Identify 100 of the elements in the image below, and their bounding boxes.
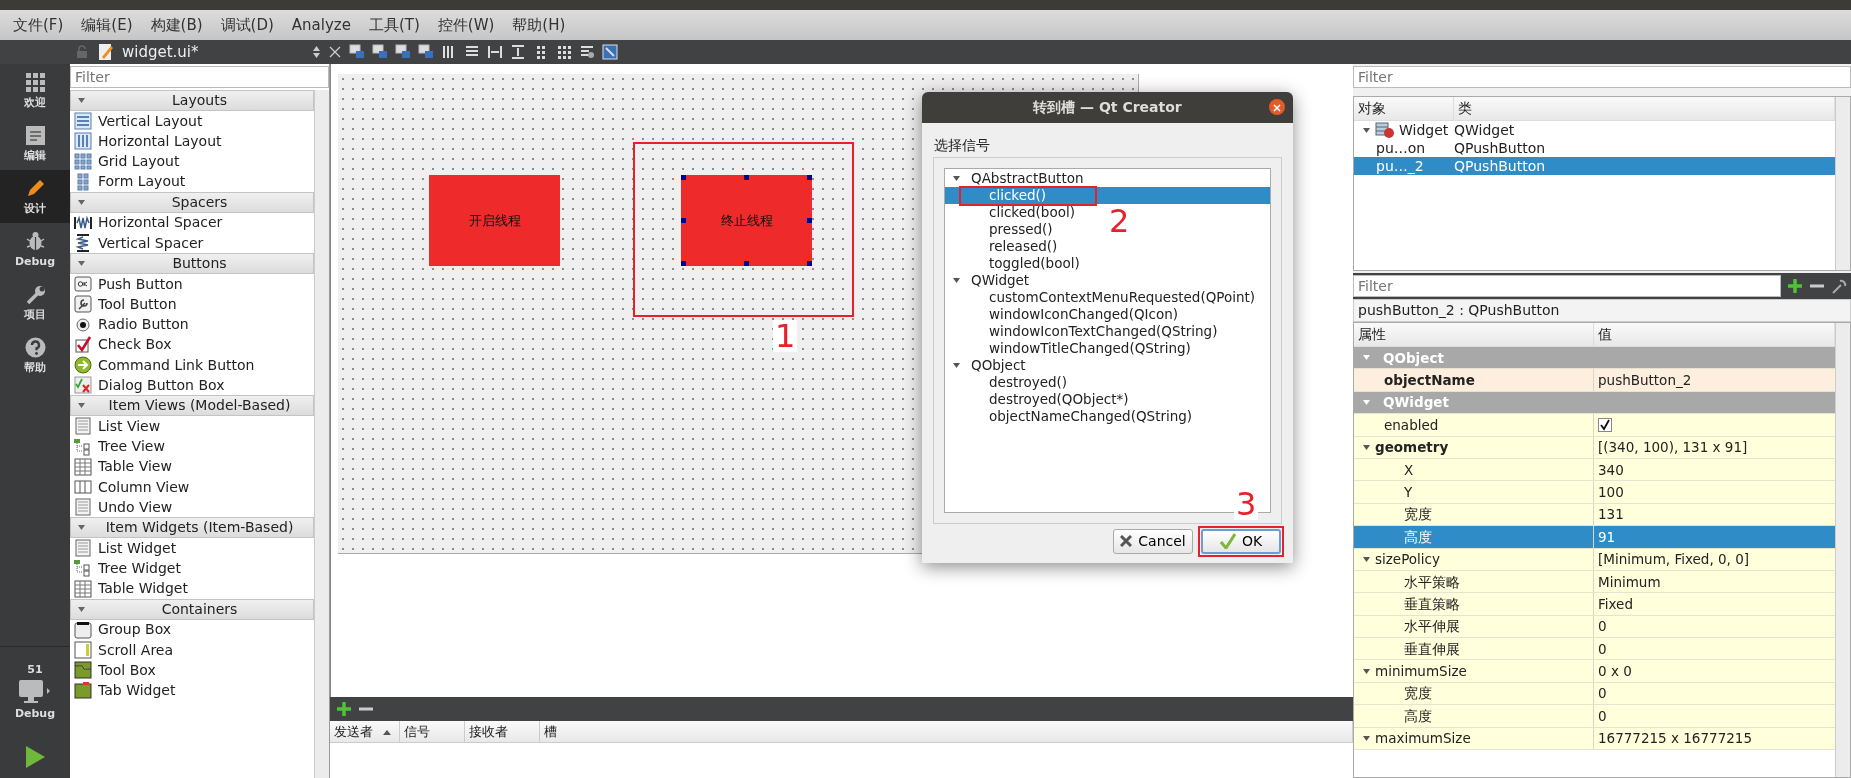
mode-button[interactable]: 欢迎 [0, 64, 70, 117]
resize-handle[interactable] [807, 261, 812, 266]
widget-item[interactable]: Horizontal Layout [70, 131, 314, 152]
property-row[interactable]: 宽度 131 [1354, 503, 1835, 527]
sort-arrow-icon[interactable] [383, 728, 391, 735]
resize-handle[interactable] [807, 218, 812, 223]
signal-item[interactable]: customContextMenuRequested(QPoint) [945, 288, 1256, 306]
split-columns-icon[interactable] [487, 44, 503, 60]
push-button[interactable]: 开启线程 [429, 175, 560, 266]
widget-item[interactable]: Vertical Layout [70, 111, 314, 132]
dialog-button[interactable]: Cancel [1113, 528, 1193, 554]
property-row[interactable]: 高度 0 [1354, 705, 1835, 728]
property-row[interactable]: 水平伸展 0 [1354, 615, 1835, 639]
widget-item[interactable]: Vertical Spacer [70, 232, 314, 254]
category-header[interactable]: Buttons [70, 253, 314, 275]
scrollbar[interactable] [1835, 97, 1850, 270]
menu-item[interactable]: 控件(W) [428, 16, 504, 34]
widget-item[interactable]: Radio Button [70, 314, 314, 335]
dialog-button[interactable]: OK [1201, 528, 1281, 554]
widget-item[interactable]: Table View [70, 456, 314, 477]
widget-item[interactable]: Table Widget [70, 578, 314, 599]
widget-item[interactable]: List Widget [70, 538, 314, 559]
property-row[interactable]: minimumSize 0 x 0 [1354, 660, 1835, 683]
property-row[interactable]: 宽度 0 [1354, 682, 1835, 706]
property-row[interactable]: sizePolicy [Minimum, Fixed, 0, 0] [1354, 548, 1835, 571]
expand-arrow-icon[interactable] [952, 275, 961, 285]
menu-item[interactable]: 工具(T) [359, 16, 429, 34]
tree-row[interactable]: Widget QWidget [1354, 121, 1835, 139]
filter-field[interactable]: Filter [1353, 66, 1851, 88]
category-header[interactable]: Item Widgets (Item-Based) [70, 517, 314, 539]
expand-arrow-icon[interactable] [1362, 666, 1371, 676]
widget-item[interactable]: Tree View [70, 436, 314, 457]
scrollbar[interactable] [314, 90, 329, 778]
widget-item[interactable]: Group Box [70, 619, 314, 640]
grid-icon[interactable] [556, 44, 572, 60]
updown-arrow-icon[interactable] [312, 45, 321, 59]
signal-item[interactable]: released() [945, 237, 1058, 255]
signal-item[interactable]: windowIconChanged(QIcon) [945, 305, 1179, 323]
adjust-size-icon[interactable] [602, 44, 618, 60]
window-arrow-icon[interactable] [372, 44, 388, 60]
signal-item[interactable]: pressed() [945, 220, 1053, 238]
checkbox[interactable] [1598, 417, 1612, 432]
mode-button[interactable]: Debug [0, 223, 70, 276]
column-header[interactable]: 对象 [1354, 97, 1454, 120]
widget-item[interactable]: Dialog Button Box [70, 375, 314, 396]
add-icon[interactable] [336, 701, 352, 717]
property-row[interactable]: 水平策略 Minimum [1354, 570, 1835, 594]
widget-item[interactable]: List View [70, 416, 314, 437]
property-row[interactable]: maximumSize 16777215 x 16777215 [1354, 727, 1835, 751]
widget-item[interactable]: Form Layout [70, 171, 314, 192]
widget-item[interactable]: Push Button [70, 274, 314, 295]
mode-button[interactable]: 帮助 [0, 329, 70, 382]
widget-item[interactable]: Horizontal Spacer [70, 212, 314, 233]
tree-row[interactable]: pu…on QPushButton [1354, 139, 1835, 157]
resize-handle[interactable] [681, 218, 686, 223]
expand-arrow-icon[interactable] [77, 96, 86, 105]
column-header[interactable]: 属性 [1354, 323, 1594, 346]
widget-item[interactable]: Tab Widget [70, 680, 314, 701]
menu-item[interactable]: 调试(D) [211, 16, 283, 34]
property-row[interactable]: X 340 [1354, 458, 1835, 482]
file-name[interactable]: widget.ui* [122, 43, 312, 61]
signal-item[interactable]: objectNameChanged(QString) [945, 407, 1193, 425]
signal-item[interactable]: windowIconTextChanged(QString) [945, 322, 1218, 340]
expand-arrow-icon[interactable] [1362, 554, 1371, 564]
expand-arrow-icon[interactable] [1362, 442, 1371, 452]
expand-arrow-icon[interactable] [952, 360, 961, 370]
wrench-icon[interactable] [1831, 278, 1847, 294]
menu-item[interactable]: Analyze [282, 16, 360, 34]
category-header[interactable]: Spacers [70, 191, 314, 213]
widget-item[interactable]: Check Box [70, 334, 314, 355]
widget-item[interactable]: Column View [70, 476, 314, 497]
close-button[interactable] [1269, 99, 1285, 115]
property-row[interactable]: enabled [1354, 414, 1835, 437]
mode-button[interactable]: 项目 [0, 276, 70, 329]
signal-item[interactable]: clicked() [945, 186, 1270, 204]
mode-button[interactable]: 设计 [0, 170, 70, 223]
expand-arrow-icon[interactable] [77, 604, 86, 614]
expand-arrow-icon[interactable] [1362, 733, 1371, 743]
resize-handle[interactable] [807, 175, 812, 180]
menu-item[interactable]: 编辑(E) [72, 16, 142, 34]
widget-item[interactable]: Grid Layout [70, 151, 314, 172]
widget-item[interactable]: Tool Box [70, 660, 314, 681]
property-row[interactable]: Y 100 [1354, 481, 1835, 504]
category-header[interactable]: Containers [70, 598, 314, 620]
property-row[interactable]: 高度 91 [1354, 526, 1835, 549]
signal-item[interactable]: toggled(bool) [945, 254, 1080, 272]
property-row[interactable]: geometry [(340, 100), 131 x 91] [1354, 436, 1835, 459]
filter-field[interactable]: Filter [70, 66, 329, 88]
scrollbar[interactable] [1835, 323, 1850, 777]
break-layout-icon[interactable] [579, 44, 595, 60]
widget-item[interactable]: Command Link Button [70, 354, 314, 376]
widget-item[interactable]: Tool Button [70, 294, 314, 315]
window-arrow-icon[interactable] [349, 44, 365, 60]
widget-item[interactable]: Tree Widget [70, 558, 314, 579]
menu-item[interactable]: 文件(F) [4, 16, 73, 34]
expand-arrow-icon[interactable] [77, 401, 86, 411]
tree-row[interactable]: pu…_2 QPushButton [1354, 157, 1835, 175]
resize-handle[interactable] [681, 175, 686, 180]
widget-item[interactable]: Undo View [70, 497, 314, 518]
category-header[interactable]: Layouts [70, 90, 314, 111]
